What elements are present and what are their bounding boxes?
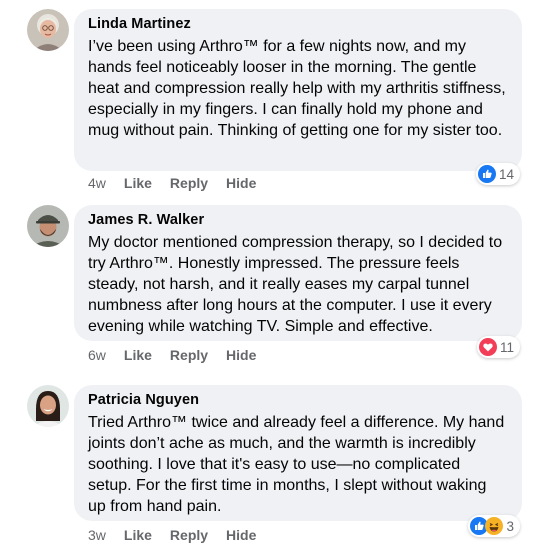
hide-button[interactable]: Hide bbox=[226, 175, 256, 191]
comment-text: Tried Arthro™ twice and already feel a d… bbox=[88, 414, 505, 515]
comment-bubble: Patricia Nguyen Tried Arthro™ twice and … bbox=[74, 385, 522, 521]
comment-bubble: James R. Walker My doctor mentioned comp… bbox=[74, 205, 522, 341]
comment-bubble: Linda Martinez I’ve been using Arthro™ f… bbox=[74, 9, 522, 171]
comment-actions: 6w Like Reply Hide bbox=[88, 347, 256, 363]
haha-icon bbox=[485, 517, 504, 535]
comment-timestamp[interactable]: 3w bbox=[88, 527, 106, 543]
hide-button[interactable]: Hide bbox=[226, 527, 256, 543]
reaction-count: 11 bbox=[499, 339, 514, 355]
reply-button[interactable]: Reply bbox=[170, 347, 208, 363]
comment-author[interactable]: Patricia Nguyen bbox=[88, 391, 508, 410]
reply-button[interactable]: Reply bbox=[170, 527, 208, 543]
comment-actions: 3w Like Reply Hide bbox=[88, 527, 256, 543]
comment-text: I’ve been using Arthro™ for a few nights… bbox=[88, 38, 506, 139]
elderly-woman-avatar[interactable] bbox=[27, 9, 69, 51]
reaction-summary[interactable]: 14 bbox=[475, 163, 520, 185]
love-icon bbox=[478, 338, 497, 356]
hide-button[interactable]: Hide bbox=[226, 347, 256, 363]
comment-author[interactable]: James R. Walker bbox=[88, 211, 508, 230]
like-button[interactable]: Like bbox=[124, 347, 152, 363]
comment-timestamp[interactable]: 4w bbox=[88, 175, 106, 191]
like-button[interactable]: Like bbox=[124, 175, 152, 191]
bearded-man-cap-avatar[interactable] bbox=[27, 205, 69, 247]
comment-actions: 4w Like Reply Hide bbox=[88, 175, 256, 191]
reaction-summary[interactable]: 3 bbox=[468, 515, 520, 537]
reaction-count: 3 bbox=[506, 518, 514, 534]
like-button[interactable]: Like bbox=[124, 527, 152, 543]
reaction-count: 14 bbox=[498, 166, 514, 182]
comment-timestamp[interactable]: 6w bbox=[88, 347, 106, 363]
comment-text: My doctor mentioned compression therapy,… bbox=[88, 234, 503, 335]
like-icon bbox=[477, 165, 496, 183]
reply-button[interactable]: Reply bbox=[170, 175, 208, 191]
smiling-woman-avatar[interactable] bbox=[27, 385, 69, 427]
comment-author[interactable]: Linda Martinez bbox=[88, 15, 508, 34]
reaction-summary[interactable]: 11 bbox=[476, 336, 520, 358]
